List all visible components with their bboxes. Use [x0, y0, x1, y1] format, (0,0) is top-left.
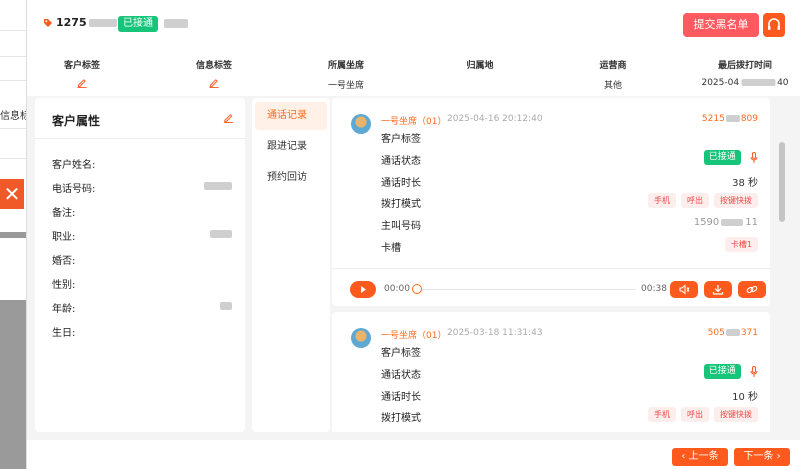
tab-appointment[interactable]: 预约回访	[255, 164, 327, 192]
play-icon	[361, 286, 366, 293]
tag-outbound: 呼出	[681, 407, 709, 422]
call-status-value: 已接通	[703, 364, 758, 379]
headset-button[interactable]	[763, 13, 785, 37]
chevron-right-icon: ›	[773, 451, 781, 462]
progress-knob[interactable]	[412, 284, 422, 294]
previous-button[interactable]: ‹ 上一条	[672, 448, 728, 466]
last-call-time-value: 2025-04 40	[701, 78, 789, 88]
sim-slot-value: 卡槽1	[720, 237, 758, 252]
customer-name-masked	[164, 19, 188, 28]
attr-age: 年龄:	[52, 300, 232, 315]
edit-customer-tag-icon[interactable]	[77, 77, 88, 88]
caller-number-label: 主叫号码	[381, 221, 421, 232]
tag-quick-dial: 按键快拨	[714, 407, 758, 422]
tag-icon	[44, 19, 52, 27]
recording-icon	[750, 151, 758, 163]
call-status-value: 已接通	[703, 150, 758, 165]
call-status-label: 通话状态	[381, 156, 421, 167]
records-scrollbar[interactable]	[779, 142, 785, 222]
attr-birthday: 生日:	[52, 328, 76, 339]
customer-attributes-card: 客户属性 客户姓名: 电话号码: 备注: 职业: 婚否: 性别: 年龄: 生日:	[35, 98, 245, 432]
sim-slot-tag: 卡槽1	[724, 237, 758, 252]
info-tag-label: 信息标签	[195, 61, 233, 71]
duration-value: 10 秒	[732, 392, 758, 403]
attr-note: 备注:	[52, 208, 76, 219]
drawer-footer: ‹ 上一条 下一条 ›	[27, 440, 800, 469]
submit-blacklist-button[interactable]: 提交黑名单	[683, 13, 759, 37]
volume-button[interactable]	[670, 281, 698, 298]
record-call-id: 505 371	[707, 328, 758, 338]
answered-badge: 已接通	[703, 150, 741, 165]
close-icon[interactable]: ✕	[0, 179, 24, 209]
seat-label: 所属坐席	[327, 61, 365, 71]
carrier-label: 运营商	[599, 61, 627, 71]
recording-icon	[750, 365, 758, 377]
headset-icon	[768, 18, 780, 30]
tag-outbound: 呼出	[681, 193, 709, 208]
edit-info-tag-icon[interactable]	[209, 77, 220, 88]
tag-mobile: 手机	[648, 407, 676, 422]
tag-mobile: 手机	[648, 193, 676, 208]
attr-marital: 婚否:	[52, 256, 76, 267]
divider	[35, 138, 245, 139]
call-record-card: 一号坐席（01） 2025-04-16 20:12:40 5215 809 客户标…	[332, 98, 770, 306]
record-tabs: 通话记录 跟进记录 预约回访	[252, 98, 330, 432]
record-call-id: 5215 809	[701, 114, 758, 124]
call-status-label: 通话状态	[381, 370, 421, 381]
last-call-time-label: 最后拨打时间	[717, 61, 773, 71]
play-button[interactable]	[350, 281, 376, 298]
dial-mode-tags: 手机 呼出 按键快拨	[643, 193, 758, 208]
record-seat: 一号坐席（01）	[381, 117, 447, 127]
edit-attributes-icon[interactable]	[223, 112, 234, 123]
player-total-time: 00:38	[641, 284, 667, 294]
attributes-title: 客户属性	[52, 114, 101, 128]
duration-label: 通话时长	[381, 178, 421, 189]
record-time: 2025-03-18 11:31:43	[447, 328, 543, 338]
attr-job: 职业:	[52, 228, 232, 243]
tab-follow-up[interactable]: 跟进记录	[255, 133, 327, 161]
sim-slot-label: 卡槽	[381, 243, 401, 254]
tag-quick-dial: 按键快拨	[714, 193, 758, 208]
progress-track[interactable]	[414, 289, 636, 290]
duration-value: 38 秒	[732, 178, 758, 189]
call-record-card: 一号坐席（01） 2025-03-18 11:31:43 505 371 客户标签…	[332, 312, 770, 432]
drawer-header: 127515 已接通 提交黑名单	[27, 0, 800, 48]
duration-label: 通话时长	[381, 392, 421, 403]
call-status-badge: 已接通	[118, 16, 158, 32]
record-time: 2025-04-16 20:12:40	[447, 114, 543, 124]
copy-link-button[interactable]	[738, 281, 766, 298]
location-label: 归属地	[466, 61, 494, 71]
caller-number-value: 1590 11	[693, 217, 758, 228]
link-icon	[746, 285, 758, 294]
call-records-list: 一号坐席（01） 2025-04-16 20:12:40 5215 809 客户标…	[332, 98, 772, 432]
customer-info-strip: 客户标签 信息标签 所属坐席 一号坐席 归属地 运营商 其他 最后拨打时间 20…	[27, 52, 800, 96]
download-icon	[712, 285, 724, 295]
record-seat: 一号坐席（01）	[381, 331, 447, 341]
customer-tag-row: 客户标签	[381, 134, 421, 145]
answered-badge: 已接通	[703, 364, 741, 379]
agent-avatar	[351, 328, 371, 348]
attr-phone: 电话号码:	[52, 180, 232, 195]
player-current-time: 00:00	[384, 284, 410, 294]
download-button[interactable]	[704, 281, 732, 298]
tab-call-records[interactable]: 通话记录	[255, 102, 327, 130]
attr-gender: 性别:	[52, 280, 76, 291]
chevron-left-icon: ‹	[681, 451, 689, 462]
next-button[interactable]: 下一条 ›	[734, 448, 790, 466]
volume-icon	[679, 284, 690, 295]
customer-tag-label: 客户标签	[63, 61, 101, 71]
dial-mode-label: 拨打模式	[381, 413, 421, 424]
attr-name: 客户姓名:	[52, 160, 96, 171]
customer-tag-row: 客户标签	[381, 348, 421, 359]
dial-mode-tags: 手机 呼出 按键快拨	[643, 407, 758, 422]
carrier-value: 其他	[603, 81, 623, 91]
dial-mode-label: 拨打模式	[381, 199, 421, 210]
customer-detail-drawer: 127515 已接通 提交黑名单 客户标签 信息标签 所属坐席 一号坐席 归属地…	[26, 0, 800, 469]
seat-value: 一号坐席	[327, 81, 365, 91]
agent-avatar	[351, 114, 371, 134]
audio-player: 00:00 00:38	[332, 268, 770, 306]
